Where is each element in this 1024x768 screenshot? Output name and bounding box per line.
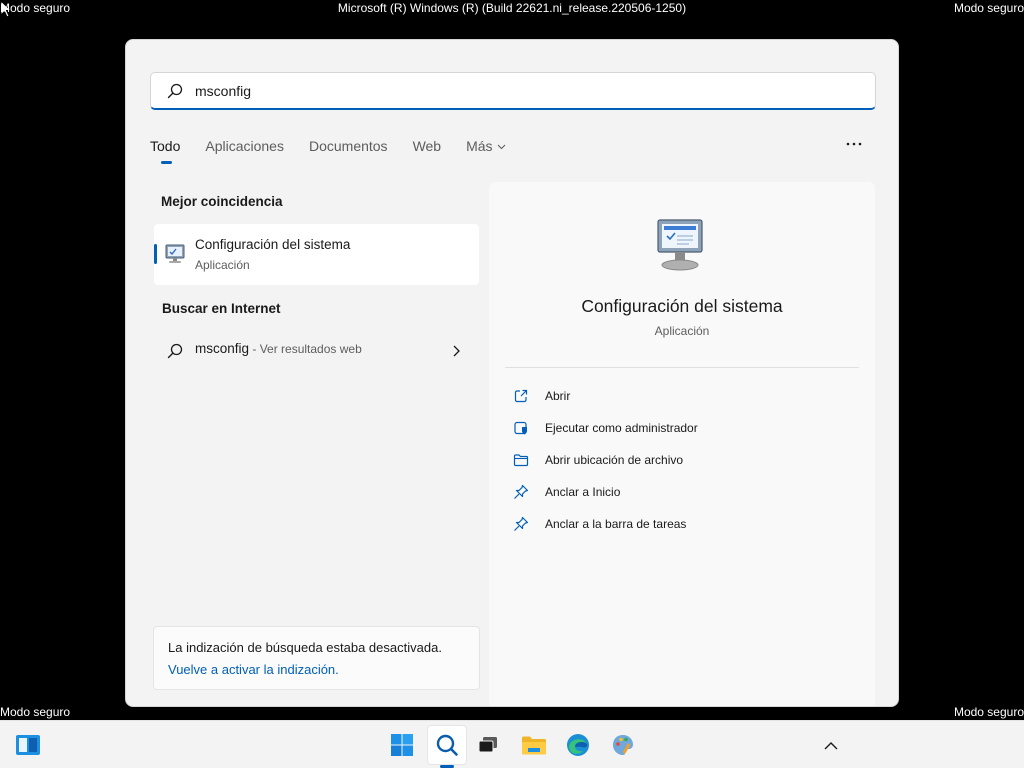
result-preview-pane: Configuración del sistema Aplicación Abr… (489, 182, 875, 706)
action-label: Ejecutar como administrador (545, 421, 698, 435)
best-match-type: Aplicación (195, 258, 250, 272)
action-open[interactable]: Abrir (513, 384, 853, 408)
open-external-icon (514, 389, 528, 403)
best-match-heading: Mejor coincidencia (161, 194, 283, 209)
preview-app-type: Aplicación (654, 324, 710, 338)
web-search-result[interactable]: msconfig - Ver resultados web (154, 333, 479, 369)
tab-documentos[interactable]: Documentos (309, 136, 388, 166)
safe-mode-label-bottom-left: Modo seguro (0, 705, 71, 719)
task-view-icon (478, 737, 497, 753)
web-query: msconfig (195, 341, 250, 356)
search-input[interactable] (195, 82, 795, 99)
preview-app-name: Configuración del sistema (581, 296, 783, 316)
show-hidden-icons-button[interactable] (811, 725, 851, 765)
safe-mode-label-top-right: Modo seguro (953, 1, 1024, 15)
action-label: Anclar a Inicio (545, 485, 621, 499)
web-query-suffix: - Ver resultados web (249, 342, 362, 356)
action-label: Abrir (545, 389, 571, 403)
widgets-icon (16, 735, 40, 755)
action-run-as-admin[interactable]: Ejecutar como administrador (513, 416, 853, 440)
filter-tabs: Todo Aplicaciones Documentos Web Más (150, 136, 531, 166)
widgets-button[interactable] (8, 725, 48, 765)
paint-button[interactable] (603, 725, 643, 765)
paint-icon (613, 735, 633, 755)
pin-icon (514, 516, 529, 531)
best-match-name: Configuración del sistema (195, 237, 351, 252)
indexing-message: La indización de búsqueda estaba desacti… (168, 640, 442, 655)
chevron-up-icon (824, 741, 838, 749)
reenable-indexing-link[interactable]: Vuelve a activar la indización. (168, 662, 339, 677)
search-icon (436, 734, 458, 756)
action-label: Abrir ubicación de archivo (545, 453, 684, 467)
tab-label: Aplicaciones (205, 138, 284, 154)
search-taskbar-button[interactable] (427, 725, 467, 765)
tab-label: Más (466, 138, 493, 154)
system-config-icon (657, 219, 703, 271)
chevron-down-icon (497, 144, 505, 150)
file-explorer-button[interactable] (514, 725, 554, 765)
web-search-heading: Buscar en Internet (162, 301, 281, 316)
search-panel: Todo Aplicaciones Documentos Web Más Mej… (125, 39, 899, 707)
action-pin-to-taskbar[interactable]: Anclar a la barra de tareas (513, 512, 853, 536)
more-options-icon[interactable] (842, 136, 866, 152)
folder-icon (513, 454, 529, 467)
chevron-right-icon (453, 345, 460, 357)
tab-label: Documentos (308, 138, 388, 154)
search-icon (167, 343, 183, 359)
safe-mode-label-bottom-right: Modo seguro (953, 705, 1024, 719)
tab-mas[interactable]: Más (466, 136, 505, 166)
indexing-notice: La indización de búsqueda estaba desacti… (153, 626, 480, 690)
preview-divider (505, 367, 859, 368)
search-icon (167, 83, 183, 98)
pin-icon (514, 484, 529, 499)
tab-label: Todo (150, 138, 181, 154)
tab-web[interactable]: Web (413, 136, 442, 166)
edge-icon (567, 734, 589, 756)
start-icon (391, 734, 413, 756)
search-box[interactable] (150, 72, 876, 110)
system-config-icon (165, 244, 185, 263)
tab-aplicaciones[interactable]: Aplicaciones (205, 136, 284, 166)
action-open-file-location[interactable]: Abrir ubicación de archivo (513, 448, 853, 472)
action-label: Anclar a la barra de tareas (545, 517, 687, 531)
tab-label: Web (412, 138, 442, 154)
build-label: Microsoft (R) Windows (R) (Build 22621.n… (337, 1, 687, 15)
taskbar (0, 720, 1024, 768)
task-view-button[interactable] (468, 725, 508, 765)
best-match-result[interactable]: Configuración del sistema Aplicación (154, 224, 479, 285)
tab-todo[interactable]: Todo (150, 136, 180, 166)
selection-indicator (154, 244, 157, 264)
file-explorer-icon (522, 736, 546, 755)
action-pin-to-start[interactable]: Anclar a Inicio (513, 480, 853, 504)
run-as-admin-icon (514, 421, 527, 435)
edge-button[interactable] (558, 725, 598, 765)
start-button[interactable] (382, 725, 422, 765)
